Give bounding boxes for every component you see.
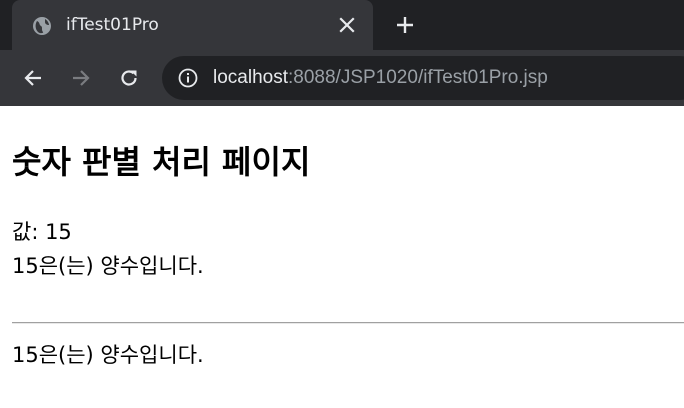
toolbar: localhost:8088/JSP1020/ifTest01Pro.jsp [0, 50, 684, 106]
reload-icon[interactable] [119, 68, 139, 88]
divider [12, 322, 684, 324]
tab-title: ifTest01Pro [66, 15, 159, 35]
plus-icon[interactable] [395, 15, 415, 35]
page-title: 숫자 판별 처리 페이지 [12, 143, 311, 181]
arrow-right-icon[interactable] [71, 68, 91, 88]
tab-strip: ifTest01Pro [0, 0, 684, 50]
result-text: 15은(는) 양수입니다. [12, 254, 204, 278]
arrow-left-icon[interactable] [23, 68, 43, 88]
tab-active[interactable]: ifTest01Pro [12, 0, 373, 50]
page-content: 숫자 판별 처리 페이지 값: 15 15은(는) 양수입니다. 15은(는) … [0, 106, 684, 408]
info-icon[interactable] [178, 68, 198, 88]
browser-window: ifTest01Pro localhost:8088/JSP1020/ifTes… [0, 0, 684, 408]
address-bar[interactable]: localhost:8088/JSP1020/ifTest01Pro.jsp [162, 56, 684, 100]
url-host: localhost [213, 67, 288, 88]
close-icon[interactable] [337, 15, 357, 35]
url-text[interactable]: localhost:8088/JSP1020/ifTest01Pro.jsp [213, 66, 548, 90]
url-path: :8088/JSP1020/ifTest01Pro.jsp [288, 67, 548, 88]
result-text-repeat: 15은(는) 양수입니다. [12, 343, 204, 367]
value-text: 값: 15 [12, 220, 72, 244]
globe-icon [33, 17, 51, 35]
